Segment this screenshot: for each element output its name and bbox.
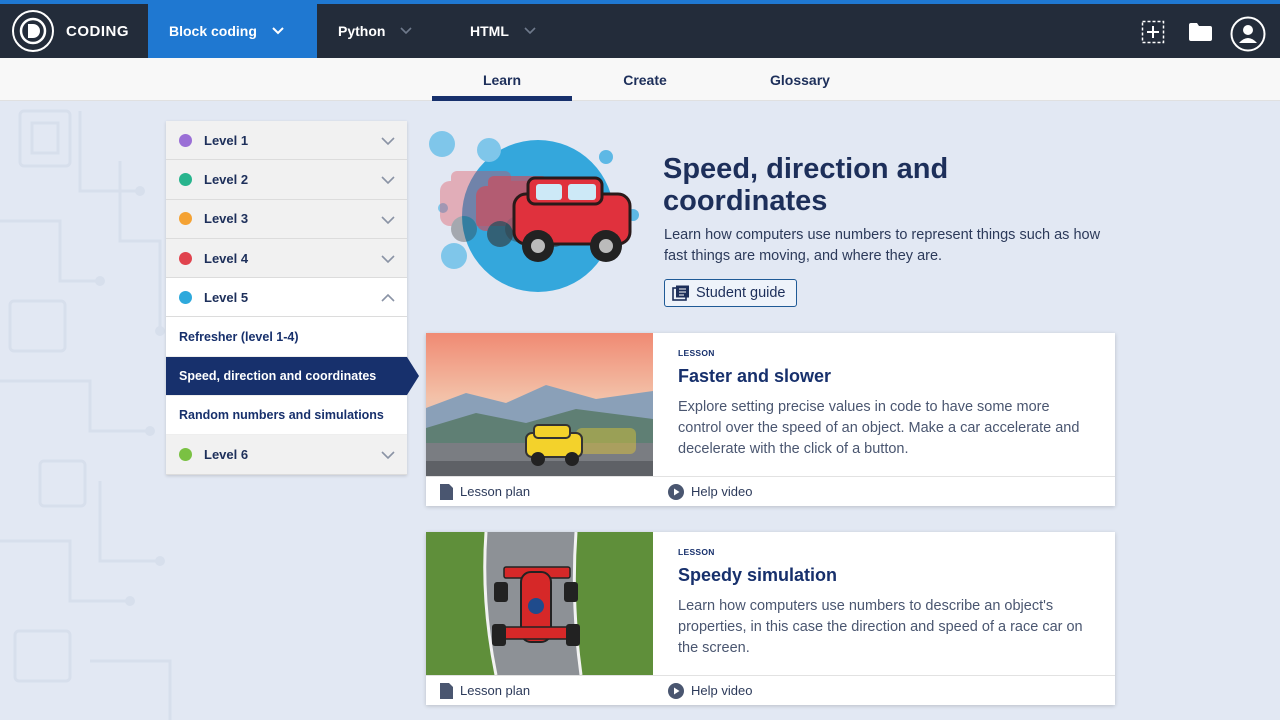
- brand-name: CODING: [66, 22, 129, 40]
- sidebar-item-speed-direction[interactable]: Speed, direction and coordinates: [166, 356, 419, 397]
- level-color-dot: [179, 290, 192, 304]
- discovery-education-logo[interactable]: [12, 10, 54, 52]
- top-navigation-bar: CODING Block coding Python HTML: [0, 0, 1280, 58]
- sidebar-item-random-numbers[interactable]: Random numbers and simulations: [166, 396, 407, 436]
- level-label: Level 4: [204, 250, 249, 266]
- lesson-tag: LESSON: [678, 348, 715, 358]
- lesson-card[interactable]: LESSON Faster and slower Explore setting…: [426, 333, 1115, 506]
- lesson-footer: Lesson plan Help video: [426, 675, 1115, 705]
- user-account-icon[interactable]: [1230, 16, 1266, 52]
- play-icon: [668, 682, 684, 699]
- folder-icon[interactable]: [1188, 22, 1213, 42]
- page-description: Learn how computers use numbers to repre…: [664, 227, 1101, 264]
- chevron-down-icon: [524, 27, 536, 35]
- level-color-dot: [179, 212, 192, 226]
- level-color-dot: [179, 133, 192, 147]
- level-sidebar: Level 1 Level 2 Level 3 Level 4 Level 5 …: [166, 121, 419, 475]
- lesson-description: Learn how computers use numbers to descr…: [678, 598, 1083, 656]
- help-video-link[interactable]: Help video: [668, 483, 753, 500]
- lesson-footer: Lesson plan Help video: [426, 476, 1115, 506]
- help-video-label: Help video: [691, 683, 753, 698]
- tab-learn[interactable]: Learn: [432, 58, 572, 101]
- logo-globe-icon: [19, 17, 47, 45]
- tab-create[interactable]: Create: [590, 58, 700, 101]
- chevron-down-icon: [381, 451, 395, 460]
- level-label: Level 1: [204, 132, 249, 148]
- level-label: Level 3: [204, 211, 249, 227]
- level-label: Level 5: [204, 289, 249, 305]
- chevron-up-icon: [381, 294, 395, 302]
- chevron-down-icon: [381, 137, 395, 146]
- lesson-plan-link[interactable]: Lesson plan: [440, 682, 531, 699]
- lesson-description: Explore setting precise values in code t…: [678, 399, 1080, 457]
- tab-glossary[interactable]: Glossary: [740, 58, 860, 101]
- page-title: Speed, direction and coordinates: [663, 153, 949, 217]
- sub-navigation: Learn Create Glossary: [0, 58, 1280, 101]
- level-label: Level 2: [204, 171, 249, 187]
- lesson-card[interactable]: LESSON Speedy simulation Learn how compu…: [426, 532, 1115, 705]
- chevron-down-icon: [381, 176, 395, 185]
- sidebar-level-2[interactable]: Level 2: [166, 160, 407, 200]
- help-video-link[interactable]: Help video: [668, 682, 753, 699]
- student-guide-button[interactable]: Student guide: [664, 279, 797, 307]
- lesson-thumbnail: [426, 333, 653, 476]
- chevron-down-icon: [272, 27, 284, 35]
- chevron-down-icon: [381, 255, 395, 264]
- level-label: Level 6: [204, 447, 249, 463]
- chevron-down-icon: [381, 216, 395, 224]
- lesson-plan-label: Lesson plan: [460, 484, 531, 499]
- document-icon: [440, 682, 453, 699]
- nav-tab-label: HTML: [470, 23, 509, 39]
- new-project-icon[interactable]: [1141, 20, 1165, 44]
- document-icon: [440, 483, 453, 500]
- level-color-dot: [179, 251, 192, 265]
- nav-tab-label: Block coding: [169, 23, 257, 39]
- book-icon: [672, 285, 689, 301]
- sidebar-level-4[interactable]: Level 4: [166, 239, 407, 279]
- sidebar-level-1[interactable]: Level 1: [166, 121, 407, 161]
- help-video-label: Help video: [691, 484, 753, 499]
- lesson-plan-link[interactable]: Lesson plan: [440, 483, 531, 500]
- sidebar-level-6[interactable]: Level 6: [166, 435, 407, 475]
- level-color-dot: [179, 172, 192, 186]
- red-car-hero-illustration: [429, 131, 639, 292]
- nav-tab-python[interactable]: Python: [338, 4, 448, 58]
- student-guide-label: Student guide: [696, 285, 786, 301]
- level-color-dot: [179, 448, 192, 462]
- lesson-plan-label: Lesson plan: [460, 683, 531, 698]
- lesson-thumbnail: [426, 532, 653, 675]
- yellow-car-road-image: [426, 333, 653, 476]
- lesson-tag: LESSON: [678, 547, 715, 557]
- chevron-down-icon: [400, 27, 413, 35]
- sidebar-level-5[interactable]: Level 5: [166, 278, 407, 318]
- play-icon: [668, 483, 684, 500]
- nav-tab-block-coding[interactable]: Block coding: [148, 4, 317, 58]
- race-car-track-image: [426, 532, 653, 675]
- sidebar-item-refresher[interactable]: Refresher (level 1-4): [166, 317, 407, 357]
- sidebar-level-3[interactable]: Level 3: [166, 200, 407, 239]
- lesson-title[interactable]: Speedy simulation: [678, 565, 837, 586]
- nav-tab-html[interactable]: HTML: [470, 4, 570, 58]
- lesson-title[interactable]: Faster and slower: [678, 366, 831, 387]
- nav-tab-label: Python: [338, 23, 386, 39]
